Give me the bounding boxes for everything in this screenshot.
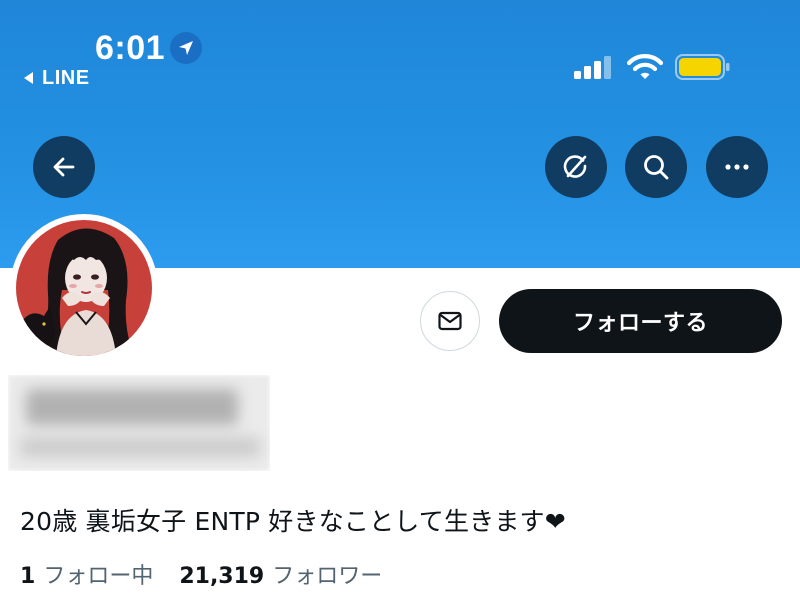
profile-screen: 6:01 LINE フォローする 20歳 裏垢女子 ENTP 好きなことして生き… <box>0 0 800 596</box>
search-icon <box>644 155 669 180</box>
followers-count: 21,319 <box>179 564 265 589</box>
follow-button[interactable]: フォローする <box>499 289 782 353</box>
profile-bio: 20歳 裏垢女子 ENTP 好きなことして生きます❤ <box>20 507 566 536</box>
followers-link[interactable]: 21,319 フォロワー <box>179 558 382 590</box>
back-triangle-icon <box>24 72 33 84</box>
redacted-display-name <box>8 375 270 471</box>
message-button[interactable] <box>420 291 480 351</box>
avatar-illustration <box>16 220 152 356</box>
following-label: フォロー中 <box>43 564 154 589</box>
location-arrow-icon <box>170 32 202 64</box>
following-link[interactable]: 1 フォロー中 <box>20 558 153 590</box>
more-dots-icon <box>725 164 749 170</box>
followers-label: フォロワー <box>272 564 383 589</box>
follow-stats: 1 フォロー中 21,319 フォロワー <box>20 558 382 590</box>
grok-button[interactable] <box>545 136 607 198</box>
back-app-label: LINE <box>42 66 90 89</box>
following-count: 1 <box>20 564 36 589</box>
battery-icon <box>675 54 730 80</box>
search-button[interactable] <box>625 136 687 198</box>
back-to-line-link[interactable]: LINE <box>24 66 90 90</box>
envelope-icon <box>438 311 462 331</box>
more-options-button[interactable] <box>706 136 768 198</box>
back-button[interactable] <box>33 136 95 198</box>
arrow-left-icon <box>53 157 75 177</box>
cellular-signal-icon <box>574 56 611 79</box>
status-time: 6:01 <box>95 29 166 67</box>
wifi-icon <box>627 54 663 79</box>
grok-icon <box>563 155 587 178</box>
avatar[interactable] <box>10 214 158 362</box>
